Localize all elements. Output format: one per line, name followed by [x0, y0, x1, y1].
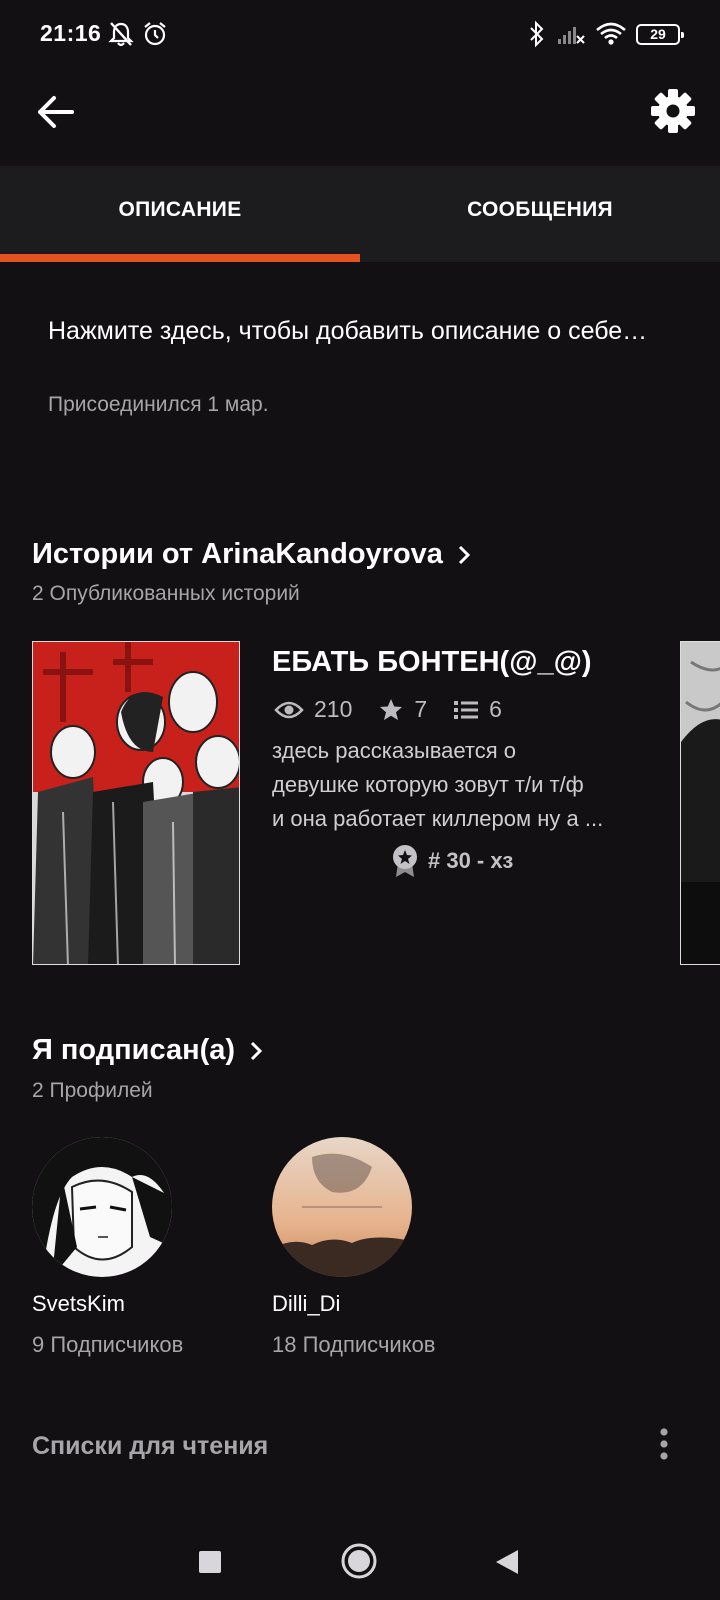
- avatar[interactable]: [272, 1137, 412, 1277]
- stories-heading[interactable]: Истории от ArinaKandoyrova: [32, 538, 473, 571]
- profile-followers: 18 Подписчиков: [272, 1332, 436, 1357]
- story-cover-next[interactable]: [680, 641, 720, 965]
- votes-count: 7: [414, 696, 428, 722]
- parts-stat: 6: [453, 696, 502, 723]
- profile-followers: 9 Подписчиков: [32, 1332, 184, 1357]
- battery-icon: 29: [636, 24, 684, 45]
- votes-stat: 7: [378, 696, 427, 723]
- system-nav-bar: [0, 1520, 720, 1600]
- story-rank: # 30 - хз: [390, 843, 513, 879]
- story-description-line: и она работает киллером ну а ...: [272, 806, 604, 831]
- arrow-left-icon[interactable]: [34, 90, 78, 134]
- profile-name[interactable]: Dilli_Di: [272, 1291, 340, 1317]
- bluetooth-icon: [530, 20, 544, 48]
- story-description: здесь рассказывается о девушке которую з…: [272, 734, 644, 836]
- parts-count: 6: [489, 696, 502, 722]
- home-circle-icon[interactable]: [340, 1542, 378, 1580]
- story-stats: 210 7 6: [274, 696, 528, 723]
- profile-name[interactable]: SvetsKim: [32, 1291, 125, 1317]
- wifi-icon: [596, 22, 626, 45]
- chevron-right-icon: [251, 1041, 263, 1060]
- tab-messages[interactable]: СООБЩЕНИЯ: [360, 166, 720, 262]
- back-triangle-icon[interactable]: [494, 1548, 520, 1576]
- more-vertical-icon[interactable]: [652, 1426, 676, 1462]
- stories-count: 2 Опубликованных историй: [32, 582, 300, 605]
- tab-bar: ОПИСАНИЕ СООБЩЕНИЯ: [0, 166, 720, 262]
- recents-square-icon[interactable]: [198, 1550, 222, 1574]
- views-count: 210: [314, 696, 353, 722]
- joined-date: Присоединился 1 мар.: [48, 393, 269, 416]
- story-cover[interactable]: [32, 641, 240, 965]
- story-description-line: здесь рассказывается о: [272, 738, 516, 763]
- notifications-off-icon: [108, 22, 134, 47]
- eye-icon: [274, 701, 304, 718]
- stories-title: Истории от ArinaKandoyrova: [32, 538, 443, 570]
- following-count: 2 Профилей: [32, 1079, 153, 1102]
- story-description-line: девушке которую зовут т/и т/ф: [272, 772, 584, 797]
- reading-lists-title[interactable]: Списки для чтения: [32, 1432, 268, 1461]
- chevron-right-icon: [458, 545, 471, 564]
- add-description-prompt[interactable]: Нажмите здесь, чтобы добавить описание о…: [48, 312, 678, 350]
- ribbon-badge-icon: [393, 845, 417, 877]
- following-title: Я подписан(а): [32, 1034, 236, 1066]
- list-icon: [454, 700, 479, 719]
- status-time: 21:16: [40, 20, 102, 46]
- alarm-icon: [144, 22, 166, 46]
- rank-label: # 30 - хз: [428, 848, 514, 873]
- following-heading[interactable]: Я подписан(а): [32, 1034, 265, 1067]
- status-bar: 21:16 29: [0, 0, 720, 70]
- gear-icon[interactable]: [648, 86, 698, 136]
- app-bar: [0, 70, 720, 166]
- avatar[interactable]: [32, 1137, 172, 1277]
- signal-off-icon: [558, 27, 585, 44]
- views-stat: 210: [274, 696, 352, 723]
- star-icon: [380, 698, 403, 720]
- tab-description[interactable]: ОПИСАНИЕ: [0, 166, 360, 262]
- story-title[interactable]: ЕБАТЬ БОНТЕН(@_@): [272, 646, 592, 679]
